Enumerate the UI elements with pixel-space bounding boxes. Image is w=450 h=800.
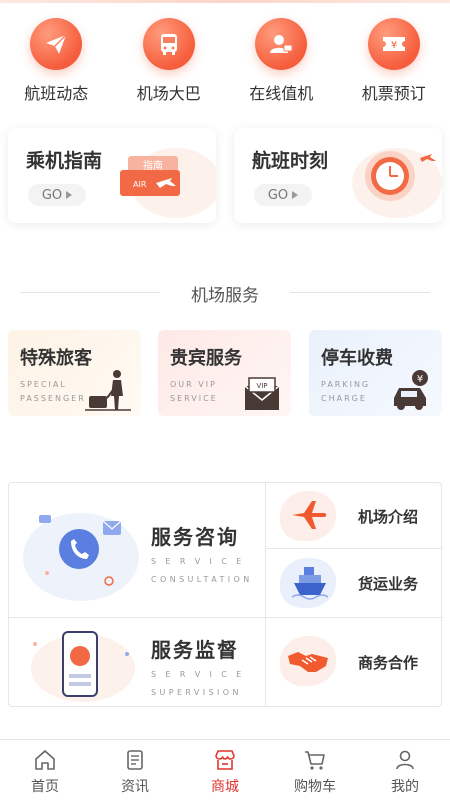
- service-card-parking[interactable]: 停车收费 PARKING CHARGE ¥: [309, 330, 442, 416]
- traveler-luggage-icon: [85, 370, 131, 411]
- service-subtitle: PARKING CHARGE: [321, 380, 371, 403]
- grid-item-airport-intro[interactable]: 机场介绍: [266, 483, 442, 548]
- go-button[interactable]: GO: [28, 184, 86, 206]
- tab-label: 首页: [31, 779, 59, 795]
- top-accent-bar: [0, 0, 450, 3]
- grid-subtitle: S E R V I C E CONSULTATION: [151, 557, 253, 584]
- svg-text:¥: ¥: [417, 374, 423, 385]
- grid-item-label: 商务合作: [358, 654, 419, 672]
- profile-icon: [396, 750, 414, 770]
- service-title: 贵宾服务: [170, 348, 242, 369]
- section-header-airport-services: 机场服务: [0, 281, 450, 306]
- guide-card-title: 乘机指南: [26, 150, 103, 172]
- service-subtitle: OUR VIP SERVICE: [170, 380, 218, 403]
- quick-item-label: 机票预订: [361, 84, 426, 103]
- go-button[interactable]: GO: [254, 184, 312, 206]
- boarding-pass-icon: 指南 AIR: [120, 148, 216, 218]
- tab-label: 资讯: [121, 779, 149, 795]
- smartphone-icon: [31, 631, 135, 702]
- grid-title: 服务咨询: [151, 525, 239, 549]
- cargo-ship-icon: [291, 567, 329, 600]
- quick-item-online-checkin[interactable]: 在线值机: [225, 18, 338, 104]
- news-icon: [127, 750, 143, 770]
- tab-store[interactable]: 商城: [180, 740, 270, 800]
- tab-news[interactable]: 资讯: [90, 740, 180, 800]
- tab-home[interactable]: 首页: [0, 740, 90, 800]
- home-icon: [35, 750, 55, 770]
- tab-label: 我的: [391, 779, 419, 795]
- go-label: GO: [267, 187, 289, 203]
- svg-text:VIP: VIP: [256, 382, 267, 390]
- service-title: 停车收费: [321, 348, 393, 369]
- grid-item-business[interactable]: 商务合作: [266, 618, 442, 706]
- grid-title: 服务监督: [151, 638, 239, 662]
- service-supervision-cell[interactable]: 服务监督 S E R V I C E SUPERVISION: [9, 618, 265, 706]
- services-grid: 服务咨询 S E R V I C E CONSULTATION 服务监督 S E …: [8, 482, 443, 707]
- person-checkin-icon: [255, 18, 308, 70]
- clock-icon: [352, 148, 442, 218]
- service-title: 特殊旅客: [20, 348, 92, 369]
- handshake-icon: [288, 652, 328, 672]
- quick-item-label: 机场大巴: [136, 84, 201, 103]
- quick-item-flight-status[interactable]: 航班动态: [0, 18, 113, 104]
- guide-card-title: 航班时刻: [252, 150, 329, 172]
- ticket-yen-icon: ¥: [367, 18, 420, 70]
- vip-envelope-icon: VIP: [244, 377, 280, 410]
- svg-text:¥: ¥: [391, 40, 397, 51]
- tab-profile[interactable]: 我的: [360, 740, 450, 800]
- grid-item-label: 机场介绍: [358, 508, 419, 526]
- bus-icon: [142, 18, 195, 70]
- service-card-vip[interactable]: 贵宾服务 OUR VIP SERVICE VIP: [158, 330, 291, 416]
- tab-label: 购物车: [294, 779, 336, 795]
- tab-cart[interactable]: 购物车: [270, 740, 360, 800]
- airplane-icon: [292, 501, 327, 529]
- phone-call-icon: [23, 513, 139, 601]
- tab-label: 商城: [211, 779, 239, 795]
- paper-plane-icon: [30, 18, 83, 70]
- section-title: 机场服务: [0, 281, 450, 306]
- grid-subtitle: S E R V I C E SUPERVISION: [151, 670, 245, 697]
- play-arrow-icon: [292, 191, 299, 199]
- quick-item-label: 航班动态: [24, 84, 89, 103]
- guide-card-schedule[interactable]: 航班时刻 GO: [234, 128, 442, 223]
- service-card-special-passenger[interactable]: 特殊旅客 SPECIAL PASSENGER: [8, 330, 141, 416]
- grid-item-cargo[interactable]: 货运业务: [266, 549, 442, 617]
- cart-icon: [305, 751, 325, 770]
- quick-menu: 航班动态 机场大巴 在线值机 ¥ 机票预订: [0, 18, 450, 104]
- store-icon: [215, 750, 235, 770]
- bottom-tab-bar: 首页 资讯 商城 购物车 我的: [0, 739, 450, 800]
- quick-item-ticket-booking[interactable]: ¥ 机票预订: [338, 18, 450, 104]
- air-badge: AIR: [133, 180, 147, 189]
- guide-card-boarding[interactable]: 乘机指南 GO 指南 AIR: [8, 128, 216, 223]
- car-yen-icon: ¥: [394, 370, 428, 410]
- play-arrow-icon: [66, 191, 73, 199]
- quick-item-airport-bus[interactable]: 机场大巴: [113, 18, 226, 104]
- grid-item-label: 货运业务: [358, 575, 419, 593]
- quick-item-label: 在线值机: [249, 84, 314, 103]
- go-label: GO: [41, 187, 63, 203]
- service-consultation-cell[interactable]: 服务咨询 S E R V I C E CONSULTATION: [9, 483, 265, 617]
